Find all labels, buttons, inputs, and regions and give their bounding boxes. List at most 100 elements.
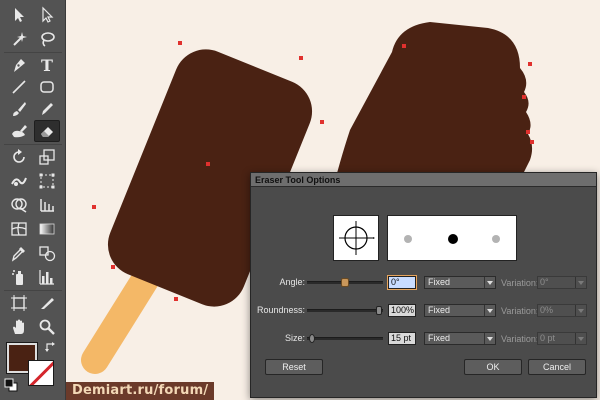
- column-graph-icon: [39, 270, 54, 285]
- popsicle-stick: [81, 266, 159, 374]
- size-slider-thumb[interactable]: [309, 334, 315, 343]
- mesh-tool[interactable]: [6, 218, 32, 240]
- size-row: Size: 15 pt Fixed Variation: 0 pt: [251, 331, 598, 347]
- size-mode-value: Fixed: [428, 333, 451, 343]
- artboard-icon: [11, 295, 27, 311]
- slice-icon: [41, 298, 54, 309]
- hand-tool[interactable]: [6, 316, 32, 338]
- line-tool[interactable]: [6, 76, 32, 98]
- arrow-icon: [15, 8, 24, 22]
- eraser-tool-options-dialog: Eraser Tool Options Angle: 0° Fixed Vari…: [250, 172, 597, 398]
- eraser-tool[interactable]: [34, 120, 60, 142]
- angle-variation-value: 0°: [540, 277, 549, 287]
- zoom-icon: [39, 319, 55, 335]
- type-icon: T: [41, 55, 53, 75]
- angle-input[interactable]: 0°: [388, 276, 416, 289]
- perspective-grid-tool[interactable]: [34, 194, 60, 216]
- warp-tool[interactable]: [6, 170, 32, 192]
- pen-tool[interactable]: [6, 54, 32, 76]
- default-colors-icon[interactable]: [4, 378, 18, 392]
- size-label: Size:: [284, 333, 305, 343]
- swap-colors-icon[interactable]: [44, 340, 58, 354]
- size-variation-value: 0 pt: [540, 333, 556, 343]
- column-graph-tool[interactable]: [34, 266, 60, 288]
- angle-mode-value: Fixed: [428, 277, 451, 287]
- brush-size-preview: [387, 215, 517, 261]
- line-icon: [12, 80, 26, 94]
- max-size-dot: [492, 235, 500, 243]
- shape-builder-tool[interactable]: [6, 194, 32, 216]
- hollow-arrow-icon: [42, 6, 54, 23]
- zoom-tool[interactable]: [34, 316, 60, 338]
- roundness-input[interactable]: 100%: [388, 304, 416, 317]
- chevron-down-icon: [484, 305, 495, 316]
- size-slider[interactable]: [307, 334, 383, 343]
- dialog-title: Eraser Tool Options: [251, 173, 596, 187]
- chevron-down-icon: [575, 333, 586, 344]
- shape-builder-icon: [11, 198, 27, 213]
- current-size-dot: [448, 234, 458, 244]
- roundness-slider-thumb[interactable]: [376, 306, 382, 315]
- brush-icon: [13, 102, 26, 116]
- artboard-tool[interactable]: [6, 292, 32, 314]
- direct-selection-tool[interactable]: [34, 4, 60, 26]
- angle-variation-label: Variation:: [501, 278, 539, 288]
- roundness-mode-dropdown[interactable]: Fixed: [424, 304, 496, 317]
- size-variation-label: Variation:: [501, 334, 539, 344]
- perspective-grid-icon: [40, 199, 54, 212]
- magic-wand-tool[interactable]: [6, 28, 32, 50]
- min-size-dot: [404, 235, 412, 243]
- selection-tool[interactable]: [6, 4, 32, 26]
- scale-tool[interactable]: [34, 146, 60, 168]
- gradient-tool[interactable]: [34, 218, 60, 240]
- slice-tool[interactable]: [34, 292, 60, 314]
- hand-icon: [13, 319, 24, 334]
- angle-mode-dropdown[interactable]: Fixed: [424, 276, 496, 289]
- symbol-sprayer-tool[interactable]: [6, 266, 32, 288]
- eraser-icon: [41, 127, 53, 137]
- chevron-down-icon: [484, 277, 495, 288]
- mesh-icon: [11, 222, 27, 236]
- rotate-icon: [13, 149, 25, 163]
- eyedropper-icon: [11, 247, 25, 262]
- gradient-icon: [39, 223, 55, 235]
- free-transform-icon: [39, 173, 55, 189]
- chevron-down-icon: [575, 277, 586, 288]
- cancel-button[interactable]: Cancel: [528, 359, 586, 375]
- angle-label: Angle:: [279, 277, 305, 287]
- blend-tool[interactable]: [34, 242, 60, 264]
- pencil-icon: [42, 103, 53, 115]
- stroke-color-swatch[interactable]: [28, 360, 54, 386]
- roundness-label: Roundness:: [256, 305, 305, 315]
- ok-button[interactable]: OK: [464, 359, 522, 375]
- pencil-tool[interactable]: [34, 98, 60, 120]
- pen-icon: [14, 59, 25, 72]
- rotate-tool[interactable]: [6, 146, 32, 168]
- blob-brush-icon: [12, 125, 27, 138]
- angle-slider[interactable]: [307, 278, 383, 287]
- rectangle-tool[interactable]: [34, 76, 60, 98]
- magic-wand-icon: [13, 32, 27, 46]
- lasso-tool[interactable]: [34, 28, 60, 50]
- chevron-down-icon: [484, 333, 495, 344]
- eyedropper-tool[interactable]: [6, 242, 32, 264]
- tools-panel: T: [0, 0, 66, 400]
- rounded-rect-icon: [40, 81, 54, 93]
- roundness-row: Roundness: 100% Fixed Variation: 0%: [251, 303, 598, 319]
- blob-brush-tool[interactable]: [6, 120, 32, 142]
- paintbrush-tool[interactable]: [6, 98, 32, 120]
- type-tool[interactable]: T: [34, 54, 60, 76]
- warp-icon: [11, 177, 27, 186]
- crosshair-circle-icon: [339, 221, 375, 255]
- reset-button[interactable]: Reset: [265, 359, 323, 375]
- roundness-slider[interactable]: [307, 306, 383, 315]
- lasso-icon: [41, 32, 55, 47]
- size-input[interactable]: 15 pt: [388, 332, 416, 345]
- scale-icon: [39, 149, 55, 165]
- roundness-variation-value: 0%: [540, 305, 554, 315]
- roundness-mode-value: Fixed: [428, 305, 451, 315]
- brush-shape-preview[interactable]: [333, 215, 379, 261]
- size-mode-dropdown[interactable]: Fixed: [424, 332, 496, 345]
- free-transform-tool[interactable]: [34, 170, 60, 192]
- angle-slider-thumb[interactable]: [341, 278, 349, 287]
